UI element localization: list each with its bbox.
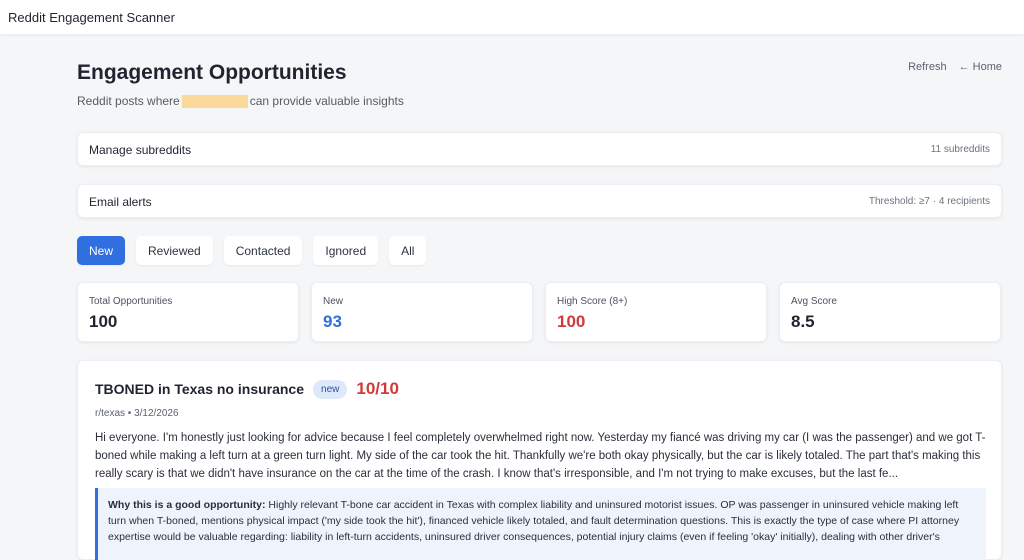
tab-ignored[interactable]: Ignored: [313, 236, 379, 265]
refresh-link[interactable]: Refresh: [908, 61, 947, 73]
app-title: Reddit Engagement Scanner: [8, 10, 175, 25]
page-title: Engagement Opportunities: [77, 61, 347, 84]
stat-high-score: High Score (8+) 100: [545, 282, 767, 342]
manage-subreddits-label: Manage subreddits: [89, 143, 192, 157]
header-links: Refresh ← Home: [908, 61, 1002, 73]
post-header: TBONED in Texas no insurance new 10/10: [95, 379, 399, 399]
alerts-threshold: Threshold: ≥7 · 4 recipients: [868, 196, 990, 207]
why-opportunity-box: Why this is a good opportunity: Highly r…: [95, 488, 986, 560]
stat-value: 100: [557, 312, 586, 331]
tab-new[interactable]: New: [77, 236, 126, 265]
post-body: Hi everyone. I'm honestly just looking f…: [95, 432, 986, 480]
subreddits-count: 11 subreddits: [930, 144, 990, 155]
stat-label: High Score (8+): [557, 296, 628, 307]
tab-contacted[interactable]: Contacted: [223, 236, 303, 265]
stat-label: Total Opportunities: [89, 296, 173, 307]
page-subtitle: Reddit posts where can provide valuable …: [77, 94, 404, 108]
tab-reviewed[interactable]: Reviewed: [136, 236, 213, 265]
subtitle-after: can provide valuable insights: [249, 94, 404, 108]
home-link[interactable]: ← Home: [959, 61, 1002, 73]
why-label: Why this is a good opportunity:: [108, 499, 269, 511]
stat-label: New: [323, 296, 344, 307]
stat-value: 100: [89, 312, 118, 331]
redacted-name: [181, 94, 248, 108]
subtitle-before: Reddit posts where: [77, 94, 180, 108]
post-card[interactable]: TBONED in Texas no insurance new 10/10 r…: [77, 360, 1002, 560]
stat-total-opportunities: Total Opportunities 100: [77, 282, 299, 342]
post-title[interactable]: TBONED in Texas no insurance: [95, 381, 304, 397]
post-meta: r/texas • 3/12/2026: [95, 408, 179, 419]
tab-all[interactable]: All: [389, 236, 427, 265]
status-tabs: New Reviewed Contacted Ignored All: [77, 236, 427, 265]
stat-value: 93: [323, 312, 342, 331]
stat-new: New 93: [311, 282, 533, 342]
status-badge: new: [313, 379, 348, 399]
email-alerts-panel[interactable]: Email alerts Threshold: ≥7 · 4 recipient…: [77, 184, 1002, 218]
stat-avg-score: Avg Score 8.5: [779, 282, 1001, 342]
email-alerts-label: Email alerts: [89, 195, 152, 209]
post-score: 10/10: [356, 379, 399, 398]
manage-subreddits-panel[interactable]: Manage subreddits 11 subreddits: [77, 132, 1002, 166]
top-bar: Reddit Engagement Scanner: [0, 0, 1024, 35]
stat-value: 8.5: [791, 312, 815, 331]
stat-label: Avg Score: [791, 296, 837, 307]
